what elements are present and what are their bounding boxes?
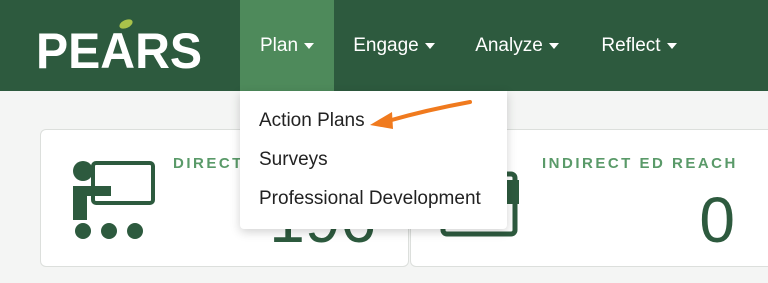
nav-analyze-label: Analyze [475, 34, 543, 56]
nav-reflect[interactable]: Reflect [590, 0, 688, 91]
menu-item-professional-development[interactable]: Professional Development [259, 188, 481, 210]
caret-down-icon [666, 42, 677, 49]
svg-text:PEARS: PEARS [36, 23, 202, 74]
presenter-icon [73, 161, 155, 239]
caret-down-icon [548, 42, 559, 49]
nav-engage-label: Engage [353, 34, 419, 56]
nav-plan[interactable]: Plan [240, 0, 334, 91]
card-title: DIRECT [173, 155, 244, 172]
nav-engage[interactable]: Engage [342, 0, 446, 91]
card-title: INDIRECT ED REACH [542, 155, 738, 172]
nav-plan-label: Plan [259, 34, 299, 56]
annotation-arrow-icon [370, 100, 472, 129]
nav-reflect-label: Reflect [601, 34, 661, 56]
top-navbar: PEARS Plan Engage Analyze Reflect [0, 0, 768, 91]
menu-item-action-plans[interactable]: Action Plans [259, 110, 365, 132]
menu-item-surveys[interactable]: Surveys [259, 149, 328, 171]
nav-analyze[interactable]: Analyze [464, 0, 570, 91]
card-value: 0 [699, 184, 735, 256]
caret-down-icon [304, 42, 315, 49]
caret-down-icon [424, 42, 435, 49]
pears-logo[interactable]: PEARS [36, 18, 206, 74]
